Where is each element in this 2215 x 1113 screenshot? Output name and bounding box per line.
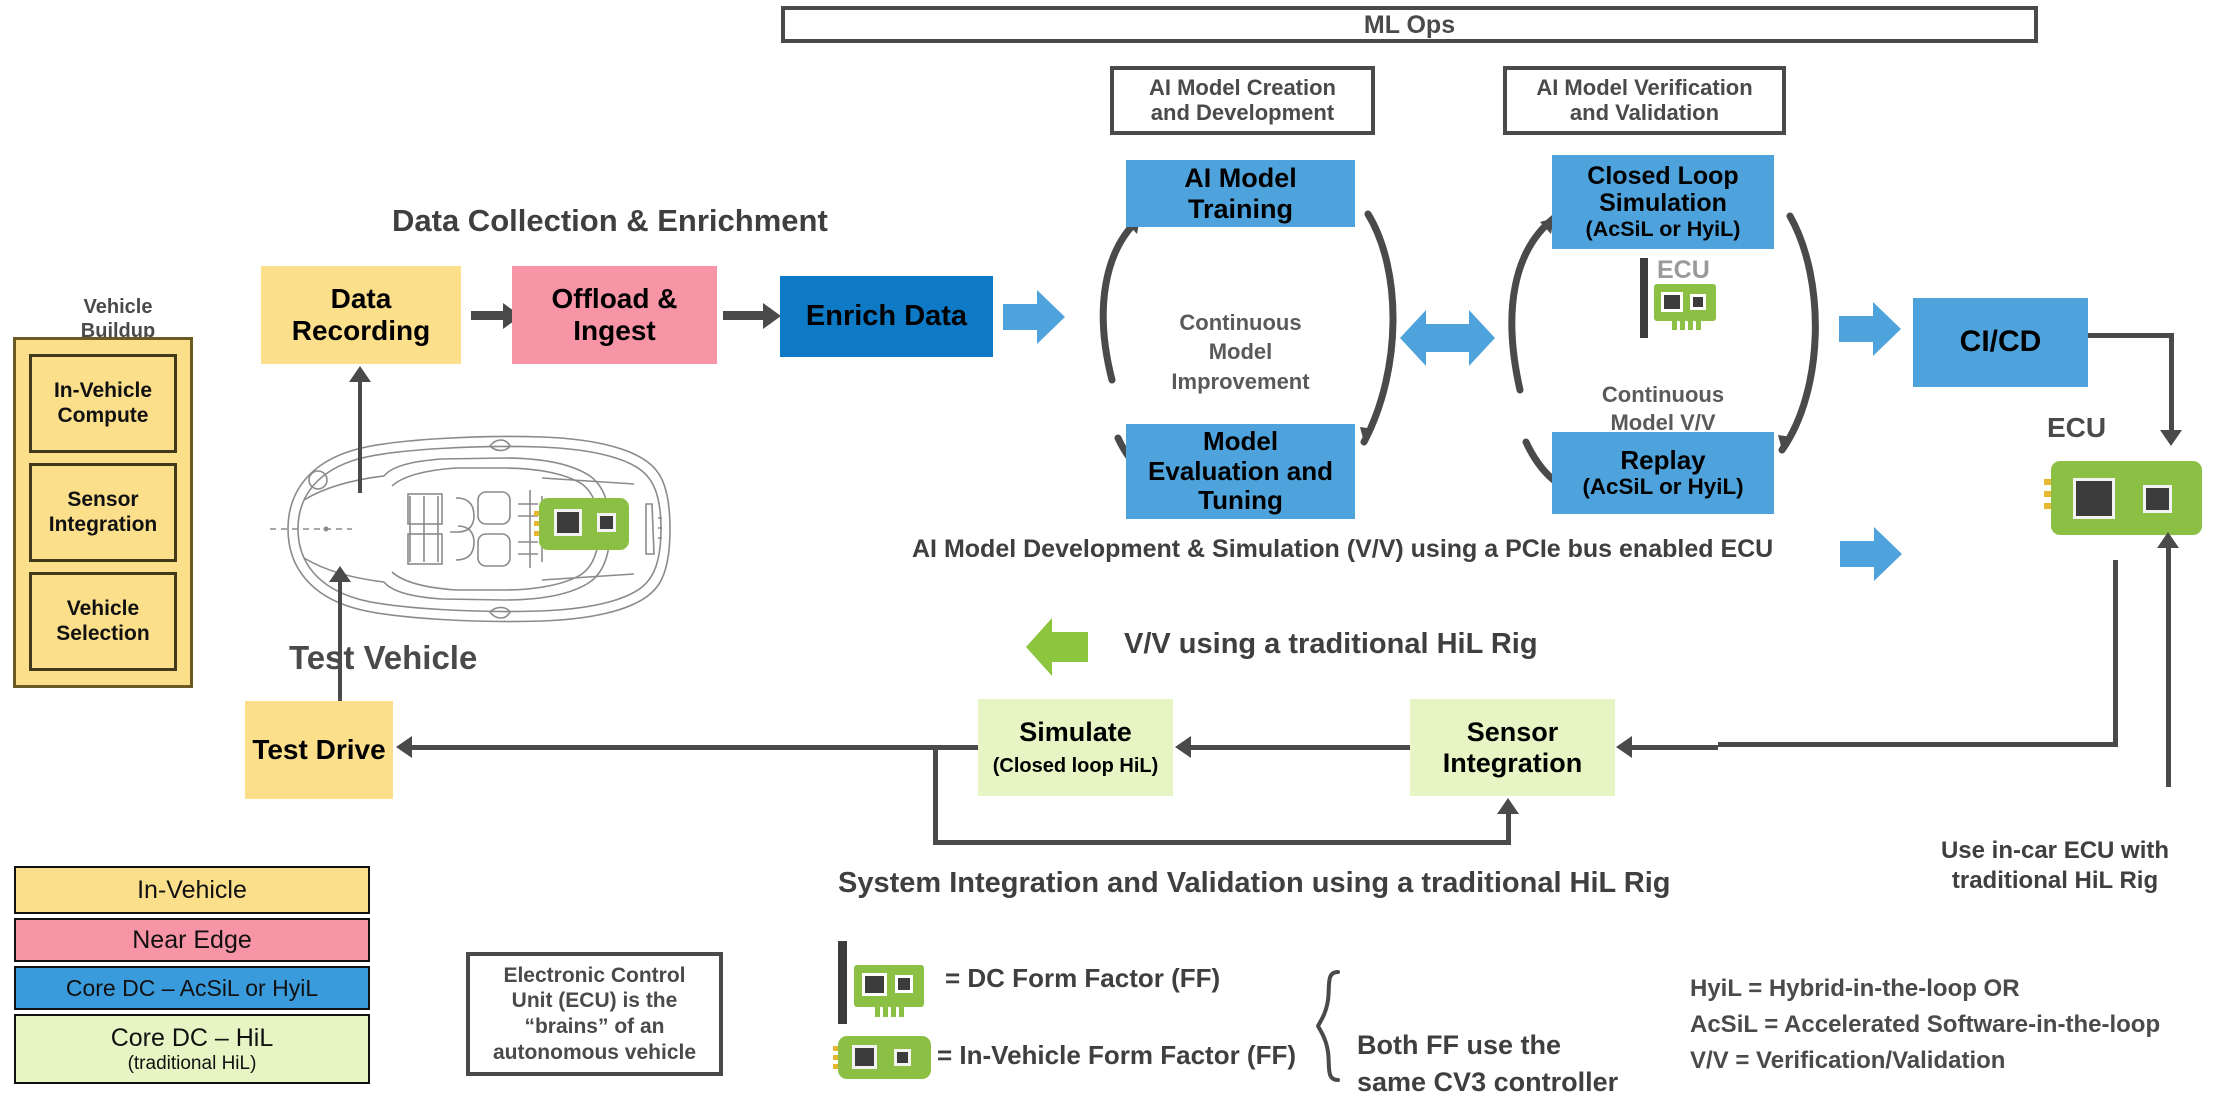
ecu-definition-text: Electronic Control Unit (ECU) is the “br…: [492, 963, 697, 1064]
box-replay[interactable]: Replay (AcSiL or HyiL): [1552, 432, 1774, 514]
line-ecu-left-branch-h: [1718, 742, 2118, 747]
arrowhead-feedback-to-sensor: [1497, 798, 1519, 814]
caption-vv-traditional-hil: V/V using a traditional HiL Rig: [1124, 628, 1538, 660]
line-simulate-to-test-drive: [412, 745, 978, 750]
caption-data-collection: Data Collection & Enrichment: [392, 203, 828, 238]
ecu-in-vehicle-module-right: [2044, 461, 2202, 535]
box-sensor-integration[interactable]: Sensor Integration: [1410, 699, 1615, 796]
legend-item-in-vehicle: In-Vehicle: [14, 866, 370, 914]
arrow-between-cycles: [1400, 310, 1495, 366]
line-simulate-feedback-v: [933, 745, 938, 845]
line-ecu-down-right: [2166, 536, 2171, 787]
box-simulate[interactable]: Simulate (Closed loop HiL): [978, 699, 1173, 796]
vehicle-buildup-heading: Vehicle Buildup: [80, 296, 156, 342]
caption-use-in-car-ecu: Use in-car ECU with traditional HiL Rig: [1940, 837, 2170, 894]
mlops-banner-label: ML Ops: [1363, 10, 1456, 39]
legend-item-core-dc-acsil-hyil: Core DC – AcSiL or HyiL: [14, 966, 370, 1010]
ecu-pcie-card-icon: ECU: [1628, 252, 1732, 350]
arrow-vv-traditional-hil: [1026, 616, 1088, 683]
box-ai-model-training[interactable]: AI Model Training: [1126, 160, 1355, 227]
line-test-drive-to-car: [338, 578, 342, 718]
legend-in-vehicle-form-factor-label: = In-Vehicle Form Factor (FF): [937, 1040, 1296, 1070]
caption-ai-model-creation-label: AI Model Creation and Development: [1148, 74, 1336, 125]
label-ecu-right: ECU: [2047, 412, 2107, 443]
line-ecu-to-sensor-integration: [1632, 745, 1718, 750]
label-continuous-model-vv: Continuous Model V/V: [1601, 381, 1725, 436]
vehicle-buildup-item-sensor-integration[interactable]: Sensor Integration: [28, 463, 178, 562]
acronym-acsil: AcSiL = Accelerated Software-in-the-loop: [1690, 1011, 2161, 1038]
line-car-to-data-recording: [358, 380, 362, 493]
ecu-pcie-card-icon-label: ECU: [1657, 256, 1710, 284]
arrow-verification-to-cicd: [1839, 302, 1901, 356]
box-offload-ingest[interactable]: Offload & Ingest: [512, 266, 717, 364]
legend-dc-form-factor-label: = DC Form Factor (FF): [945, 963, 1221, 993]
line-simulate-feedback-h: [933, 840, 1511, 845]
legend-item-core-dc-hil-sub: (traditional HiL): [127, 1052, 257, 1074]
dc-form-factor-icon: [824, 935, 942, 1032]
box-simulate-sub: (Closed loop HiL): [992, 754, 1159, 777]
line-sensor-to-simulate: [1191, 745, 1410, 750]
mlops-banner: ML Ops: [781, 6, 2038, 43]
caption-ai-model-verification: AI Model Verification and Validation: [1503, 66, 1786, 135]
ecu-definition-box: Electronic Control Unit (ECU) is the “br…: [466, 952, 723, 1076]
legend-panel: In-Vehicle Near Edge Core DC – AcSiL or …: [14, 866, 370, 1088]
acronym-vv: V/V = Verification/Validation: [1690, 1047, 2006, 1074]
arrowhead-sensor-to-simulate: [1175, 736, 1191, 758]
arrowhead-simulate-to-test-drive: [396, 736, 412, 758]
caption-system-integration: System Integration and Validation using …: [838, 867, 1671, 899]
box-replay-sub: (AcSiL or HyiL): [1582, 474, 1744, 499]
line-cicd-to-ecu-h: [2088, 333, 2174, 338]
box-test-drive[interactable]: Test Drive: [245, 701, 393, 799]
test-vehicle-image: [242, 418, 688, 640]
ecu-in-vehicle-module-on-car: [534, 498, 629, 550]
line-cicd-to-ecu-v: [2169, 333, 2174, 434]
legend-item-core-dc-hil: Core DC – HiL (traditional HiL): [14, 1014, 370, 1084]
arrowhead-ecu-return-up: [2157, 532, 2179, 548]
vehicle-buildup-item-vehicle-selection[interactable]: Vehicle Selection: [28, 572, 178, 671]
arrowhead-ecu-to-sensor-integration: [1616, 736, 1632, 758]
caption-ai-model-dev-simulation: AI Model Development & Simulation (V/V) …: [912, 535, 1774, 563]
arrow-enrich-to-model-creation: [1003, 290, 1065, 344]
line-ecu-left-branch-v: [2113, 560, 2118, 746]
box-closed-loop-simulation[interactable]: Closed Loop Simulation (AcSiL or HyiL): [1552, 155, 1774, 249]
legend-both-ff-note: Both FF use the same CV3 controller: [1357, 1030, 1619, 1097]
box-enrich-data[interactable]: Enrich Data: [780, 276, 993, 357]
arrowhead-cicd-to-ecu: [2160, 430, 2182, 446]
box-data-recording[interactable]: Data Recording: [261, 266, 461, 364]
vehicle-buildup-stack: In-Vehicle Compute Sensor Integration Ve…: [13, 337, 193, 688]
acronym-hyil: HyiL = Hybrid-in-the-loop OR: [1690, 975, 2020, 1002]
arrow-offload-to-enrich: [723, 303, 781, 329]
label-continuous-model-improvement: Continuous Model Improvement: [1171, 309, 1310, 395]
box-closed-loop-simulation-sub: (AcSiL or HyiL): [1585, 216, 1741, 241]
arrow-ai-dev-sim-to-ecu: [1840, 527, 1902, 581]
arrowhead-car-to-data-recording: [349, 366, 371, 382]
legend-item-near-edge: Near Edge: [14, 918, 370, 962]
box-cicd[interactable]: CI/CD: [1913, 298, 2088, 387]
label-test-vehicle: Test Vehicle: [289, 639, 478, 676]
arrowhead-test-drive-to-car: [329, 566, 351, 582]
line-feedback-to-sensor-v: [1506, 812, 1511, 842]
in-vehicle-form-factor-icon: [833, 1036, 931, 1079]
vehicle-buildup-item-in-vehicle-compute[interactable]: In-Vehicle Compute: [28, 354, 178, 453]
box-model-evaluation-tuning[interactable]: Model Evaluation and Tuning: [1126, 424, 1355, 519]
caption-ai-model-verification-label: AI Model Verification and Validation: [1536, 74, 1753, 125]
caption-ai-model-creation: AI Model Creation and Development: [1110, 66, 1375, 135]
form-factor-brace: [1315, 970, 1346, 1087]
